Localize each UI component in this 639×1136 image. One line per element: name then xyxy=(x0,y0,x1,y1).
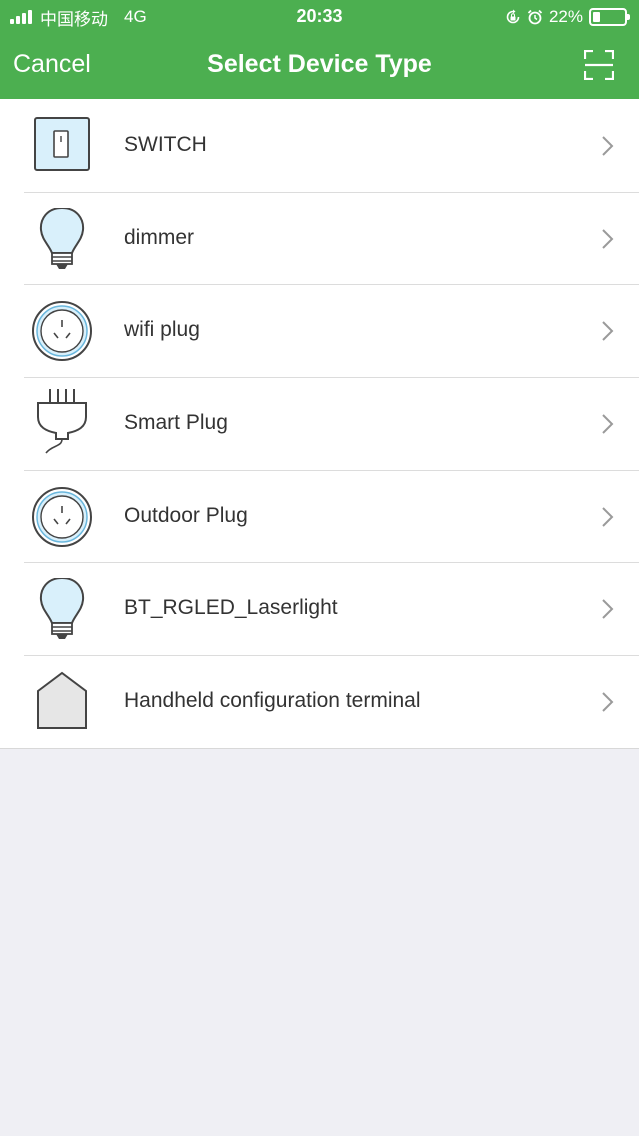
alarm-icon xyxy=(527,9,543,25)
page-title: Select Device Type xyxy=(207,50,432,78)
device-row-handheld-configuration-terminal[interactable]: Handheld configuration terminal xyxy=(0,655,639,748)
device-row-smart-plug[interactable]: Smart Plug xyxy=(0,377,639,470)
socket-icon xyxy=(30,300,94,362)
device-label: BT_RGLED_Laserlight xyxy=(124,596,338,620)
device-label: Outdoor Plug xyxy=(124,503,248,527)
chevron-right-icon xyxy=(602,136,614,156)
rotation-lock-icon xyxy=(506,9,520,24)
house-icon xyxy=(30,671,94,733)
device-label: dimmer xyxy=(124,225,195,249)
device-label: Smart Plug xyxy=(124,411,228,435)
switch-icon xyxy=(30,115,94,177)
device-row-wifi-plug[interactable]: wifi plug xyxy=(0,284,639,377)
plug-icon xyxy=(30,387,94,454)
status-right: 22% xyxy=(505,6,630,28)
device-row-dimmer[interactable]: dimmer xyxy=(0,191,639,285)
device-label: SWITCH xyxy=(124,133,207,156)
chevron-right-icon xyxy=(602,321,614,342)
chevron-right-icon xyxy=(602,228,614,249)
device-label: wifi plug xyxy=(124,318,200,342)
header-bar: 中国移动 4G 20:33 22% Cancel Select Device T… xyxy=(0,0,639,99)
battery-icon xyxy=(589,8,630,26)
device-row-switch[interactable]: SWITCH xyxy=(0,99,639,192)
socket-icon xyxy=(30,486,94,548)
device-label: Handheld configuration terminal xyxy=(124,689,421,713)
device-row-outdoor-plug[interactable]: Outdoor Plug xyxy=(0,469,639,563)
device-row-bt-rgled-laserlight[interactable]: BT_RGLED_Laserlight xyxy=(0,562,639,655)
status-bar: 中国移动 4G 20:33 22% xyxy=(0,0,639,34)
cancel-button[interactable]: Cancel xyxy=(13,50,91,79)
chevron-right-icon xyxy=(602,507,614,527)
chevron-right-icon xyxy=(602,599,614,620)
device-type-list: SWITCH dimmer wifi plug Smart Plug Outdo… xyxy=(0,99,639,749)
bulb-icon xyxy=(30,577,94,640)
battery-percent: 22% xyxy=(548,7,583,26)
chevron-right-icon xyxy=(602,414,614,434)
scan-icon[interactable] xyxy=(584,50,614,80)
battery-level xyxy=(593,12,600,22)
bulb-icon xyxy=(30,206,94,270)
chevron-right-icon xyxy=(602,692,614,712)
